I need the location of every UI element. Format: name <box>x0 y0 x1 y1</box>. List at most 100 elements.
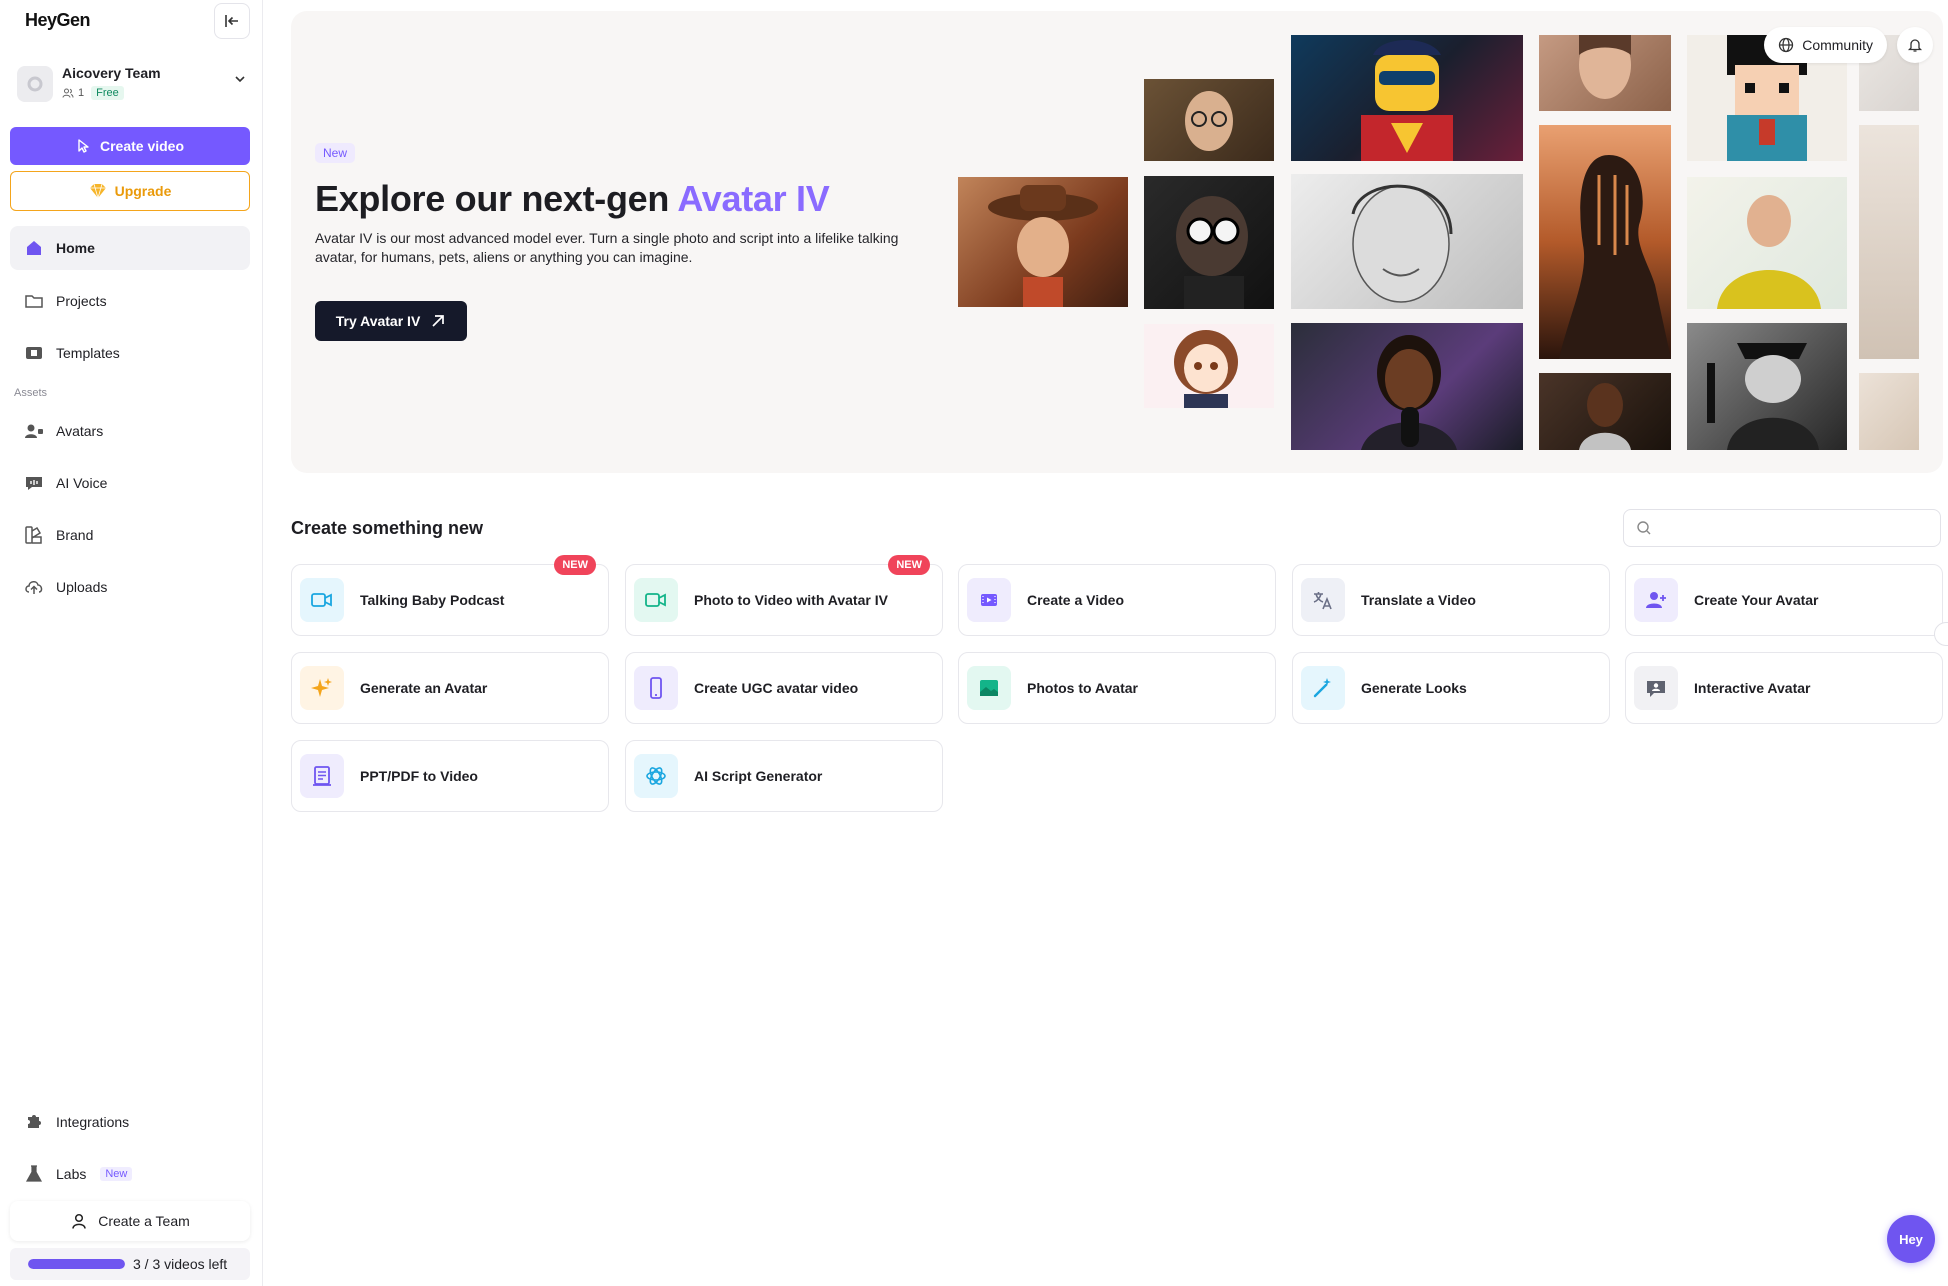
sidebar-item-labs[interactable]: Labs New <box>10 1152 250 1196</box>
card-icon-bg <box>300 666 344 710</box>
card-create-a-video[interactable]: Create a Video <box>958 564 1276 636</box>
card-create-ugc-avatar-video[interactable]: Create UGC avatar video <box>625 652 943 724</box>
avatar-image-cowboy <box>958 177 1128 307</box>
sidebar-item-label: Labs <box>56 1166 87 1182</box>
card-label: Interactive Avatar <box>1694 680 1811 696</box>
card-label: Generate an Avatar <box>360 680 488 696</box>
card-label: Create UGC avatar video <box>694 680 859 696</box>
card-icon-bg <box>967 578 1011 622</box>
hero-top-actions: Community <box>1764 27 1933 63</box>
templates-icon <box>26 347 42 359</box>
card-talking-baby-podcast[interactable]: Talking Baby Podcast NEW <box>291 555 609 636</box>
avatar-image-sketch-woman <box>1291 174 1523 309</box>
card-label: Generate Looks <box>1361 680 1467 696</box>
card-photo-to-video[interactable]: Photo to Video with Avatar IV NEW <box>625 555 943 636</box>
card-label: Talking Baby Podcast <box>360 592 505 608</box>
anime-figure-icon <box>1174 330 1238 408</box>
sidebar-item-templates[interactable]: Templates <box>10 331 250 375</box>
create-video-button[interactable]: Create video <box>10 127 250 165</box>
chat-assistant-button[interactable]: Hey <box>1887 1215 1935 1263</box>
sidebar-item-integrations[interactable]: Integrations <box>10 1100 250 1144</box>
cursor-icon <box>78 139 89 153</box>
avatar-image-old-man <box>1144 79 1274 161</box>
sidebar-item-home[interactable]: Home <box>10 226 250 270</box>
card-generate-an-avatar[interactable]: Generate an Avatar <box>291 652 609 724</box>
hero-title: Explore our next-gen Avatar IV <box>315 178 830 220</box>
flask-icon <box>25 1165 43 1182</box>
community-button[interactable]: Community <box>1764 27 1887 63</box>
videos-progress-bar <box>28 1259 125 1269</box>
card-label: Translate a Video <box>1361 592 1476 608</box>
card-label: Create a Video <box>1027 592 1125 608</box>
sidebar-item-avatars[interactable]: Avatars <box>10 409 250 453</box>
card-interactive-avatar[interactable]: Interactive Avatar <box>1625 652 1943 724</box>
diamond-icon <box>89 183 106 199</box>
collapse-sidebar-button[interactable] <box>214 3 250 39</box>
image-icon <box>980 680 998 696</box>
user-plus-icon <box>1646 592 1666 608</box>
sidebar-item-projects[interactable]: Projects <box>10 279 250 323</box>
openai-icon <box>646 767 666 785</box>
avatar-icon <box>25 424 43 438</box>
videos-left-label: 3 / 3 videos left <box>133 1256 228 1272</box>
hero-new-badge: New <box>315 143 356 163</box>
puppet-figure-icon <box>1176 196 1248 309</box>
card-ppt-pdf-to-video[interactable]: PPT/PDF to Video <box>291 740 609 812</box>
card-icon-bg <box>300 754 344 798</box>
heygen-logo[interactable]: HeyGen <box>25 10 91 31</box>
cowboy-figure-icon <box>988 185 1098 307</box>
create-team-label: Create a Team <box>98 1213 190 1229</box>
team-name: Aicovery Team <box>62 65 161 81</box>
assets-section-header: Assets <box>14 387 48 399</box>
card-icon-bg <box>1634 578 1678 622</box>
team-switcher[interactable]: Aicovery Team 1 Free <box>17 64 247 106</box>
podcaster-figure-icon <box>1361 335 1457 450</box>
video-camera-icon <box>311 593 332 607</box>
videos-progress-fill <box>28 1259 125 1269</box>
voice-icon <box>26 477 42 490</box>
magic-wand-icon <box>1313 678 1331 698</box>
side-panel-toggle[interactable] <box>1934 622 1948 646</box>
arrow-up-right-icon <box>432 315 445 327</box>
puzzle-icon <box>28 1115 41 1128</box>
avatar-image-puppet <box>1144 176 1274 309</box>
notifications-button[interactable] <box>1897 27 1933 63</box>
card-photos-to-avatar[interactable]: Photos to Avatar <box>958 652 1276 724</box>
avatar-image-silhouette <box>1539 125 1671 359</box>
brand-icon <box>25 526 42 544</box>
search-field[interactable] <box>1623 509 1941 547</box>
try-avatar-iv-button[interactable]: Try Avatar IV <box>315 301 467 341</box>
card-generate-looks[interactable]: Generate Looks <box>1292 652 1610 724</box>
old-man-figure-icon <box>1185 91 1233 151</box>
card-icon-bg <box>967 666 1011 710</box>
person-icon <box>72 1213 86 1229</box>
card-label: Create Your Avatar <box>1694 592 1819 608</box>
card-icon-bg <box>1634 666 1678 710</box>
card-icon-bg <box>1301 578 1345 622</box>
card-label: Photo to Video with Avatar IV <box>694 592 888 608</box>
team-avatar <box>17 66 53 102</box>
woman-portrait-icon <box>1579 35 1631 99</box>
sidebar-item-brand[interactable]: Brand <box>10 513 250 557</box>
sketch-figure-icon <box>1351 184 1453 303</box>
card-ai-script-generator[interactable]: AI Script Generator <box>625 740 943 812</box>
card-translate-a-video[interactable]: Translate a Video <box>1292 564 1610 636</box>
card-label: Photos to Avatar <box>1027 680 1138 696</box>
try-avatar-label: Try Avatar IV <box>335 313 421 329</box>
chevron-down-icon <box>235 76 245 83</box>
phone-icon <box>650 677 662 699</box>
sidebar-item-uploads[interactable]: Uploads <box>10 565 250 609</box>
community-label: Community <box>1802 37 1873 53</box>
sidebar-item-ai-voice[interactable]: AI Voice <box>10 461 250 505</box>
upgrade-button[interactable]: Upgrade <box>10 171 250 211</box>
avatar-image-anime-girl <box>1144 324 1274 408</box>
card-create-your-avatar[interactable]: Create Your Avatar <box>1625 564 1943 636</box>
sidebar-item-label: Templates <box>56 345 120 361</box>
search-input[interactable] <box>1660 520 1930 536</box>
create-team-button[interactable]: Create a Team <box>10 1201 250 1241</box>
avatar-image-woman-portrait <box>1539 35 1671 111</box>
card-icon-bg <box>634 754 678 798</box>
sidebar-item-label: Uploads <box>56 579 108 595</box>
card-icon-bg <box>1301 666 1345 710</box>
collapse-icon <box>225 15 238 27</box>
